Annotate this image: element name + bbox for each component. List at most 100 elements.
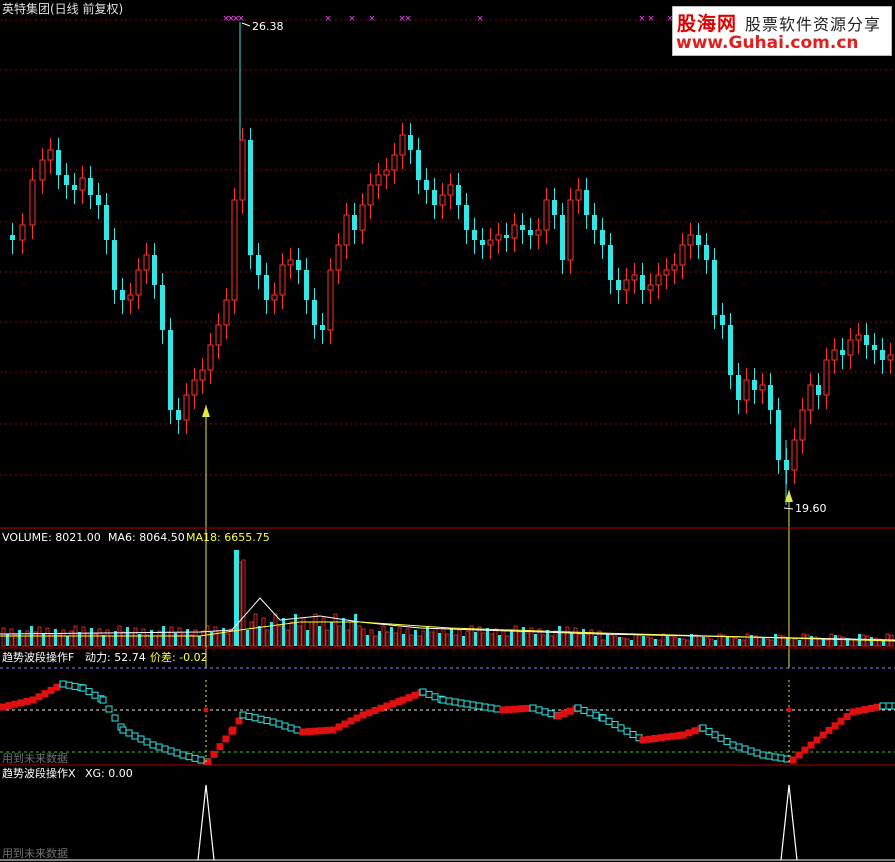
indicator-step bbox=[795, 751, 803, 759]
candle-body bbox=[528, 230, 533, 235]
candle-body bbox=[752, 380, 757, 390]
candle-body bbox=[223, 299, 230, 326]
candle-body bbox=[631, 274, 638, 281]
watermark-url: www.Guhai.com.cn bbox=[676, 33, 859, 53]
indicator-step bbox=[65, 681, 73, 689]
candle-body bbox=[327, 269, 334, 331]
indicator-step bbox=[173, 749, 181, 757]
volume-bar bbox=[405, 628, 410, 647]
volume-bar bbox=[9, 628, 14, 647]
volume-bar bbox=[745, 633, 750, 647]
indicator-step bbox=[855, 707, 863, 715]
volume-bar bbox=[793, 638, 798, 647]
volume-bar bbox=[825, 639, 830, 647]
volume-bar bbox=[577, 633, 582, 647]
indicator-step bbox=[547, 710, 555, 718]
indicator-step bbox=[59, 680, 67, 688]
candle-body bbox=[432, 190, 437, 205]
low-pointer bbox=[783, 507, 794, 510]
indicator-step bbox=[481, 703, 489, 711]
volume-bar bbox=[246, 630, 249, 646]
volume-bar bbox=[78, 632, 81, 646]
volume-bar bbox=[738, 639, 741, 646]
volume-bar bbox=[613, 635, 618, 647]
candle-body bbox=[880, 350, 885, 360]
indicator-step bbox=[741, 745, 749, 753]
indicator-step bbox=[161, 745, 169, 753]
indicator-step bbox=[17, 699, 25, 707]
indicator-step bbox=[560, 710, 568, 718]
volume-ma6-label: MA6: 8064.50 bbox=[108, 531, 185, 544]
indicator-step bbox=[53, 683, 61, 691]
candle-body bbox=[29, 179, 36, 226]
indicator-step bbox=[651, 735, 659, 742]
volume-bar bbox=[594, 636, 597, 646]
candle-body bbox=[375, 174, 382, 186]
candle-body bbox=[10, 235, 15, 240]
volume-bar bbox=[261, 617, 266, 647]
volume-bar bbox=[553, 630, 558, 647]
volume-bar bbox=[697, 635, 702, 647]
x-marker-icon: × bbox=[348, 14, 356, 24]
candle-body bbox=[887, 354, 894, 361]
indicator-step bbox=[691, 727, 699, 735]
volume-bar bbox=[402, 634, 405, 646]
indicator-step bbox=[747, 747, 755, 755]
volume-bar bbox=[393, 632, 398, 647]
indicator-step bbox=[711, 731, 719, 739]
volume-bar bbox=[666, 635, 669, 646]
volume-bar bbox=[397, 627, 402, 647]
candle-body bbox=[296, 260, 301, 270]
price-high-label: 26.38 bbox=[252, 20, 284, 33]
candle-body bbox=[424, 180, 429, 190]
candle-body bbox=[872, 345, 877, 350]
indicator-step bbox=[861, 706, 869, 714]
volume-bar bbox=[510, 631, 513, 646]
indicator-step bbox=[137, 735, 145, 743]
volume-bar bbox=[297, 625, 302, 647]
volume-bar bbox=[453, 634, 458, 647]
indicator2-signals bbox=[0, 784, 895, 861]
x-marker-icon: × bbox=[237, 14, 245, 24]
volume-bar bbox=[141, 628, 146, 647]
volume-bar bbox=[837, 635, 842, 647]
indicator-step bbox=[463, 700, 471, 708]
indicator-step bbox=[389, 700, 397, 708]
volume-bar bbox=[841, 636, 846, 647]
volume-bar bbox=[762, 638, 765, 646]
price-grid bbox=[0, 19, 895, 476]
indicator-step bbox=[451, 698, 459, 706]
volume-bar bbox=[645, 636, 650, 647]
volume-bar bbox=[693, 634, 698, 647]
volume-bar bbox=[186, 629, 189, 646]
indicator-step bbox=[771, 753, 779, 761]
volume-bar bbox=[249, 621, 254, 647]
indicator-step bbox=[143, 738, 151, 746]
candle-body bbox=[215, 324, 222, 346]
volume-bar bbox=[378, 631, 381, 646]
volume-bar bbox=[705, 637, 710, 647]
indicator-step bbox=[777, 754, 785, 762]
indicator-step bbox=[831, 722, 839, 730]
indicator-step bbox=[867, 704, 875, 712]
volume-bar bbox=[498, 635, 501, 646]
signal-spike bbox=[197, 784, 215, 861]
volume-bar bbox=[133, 627, 138, 647]
candle-body bbox=[791, 439, 798, 471]
indicator-step bbox=[71, 682, 79, 690]
indicator-step bbox=[167, 747, 175, 755]
candle-body bbox=[823, 359, 830, 396]
volume-bar bbox=[774, 634, 777, 646]
volume-bar bbox=[805, 634, 810, 647]
candle-body bbox=[712, 260, 717, 315]
indicator-step bbox=[723, 738, 731, 746]
indicator-step bbox=[663, 733, 671, 741]
volume-bar bbox=[21, 635, 26, 647]
volume-bar bbox=[561, 631, 566, 647]
indicator-step bbox=[383, 702, 391, 710]
indicator-step bbox=[155, 743, 163, 751]
indicator-step bbox=[79, 684, 87, 692]
candle-body bbox=[623, 279, 630, 291]
indicator-step bbox=[879, 702, 887, 710]
volume-bar bbox=[798, 640, 801, 646]
